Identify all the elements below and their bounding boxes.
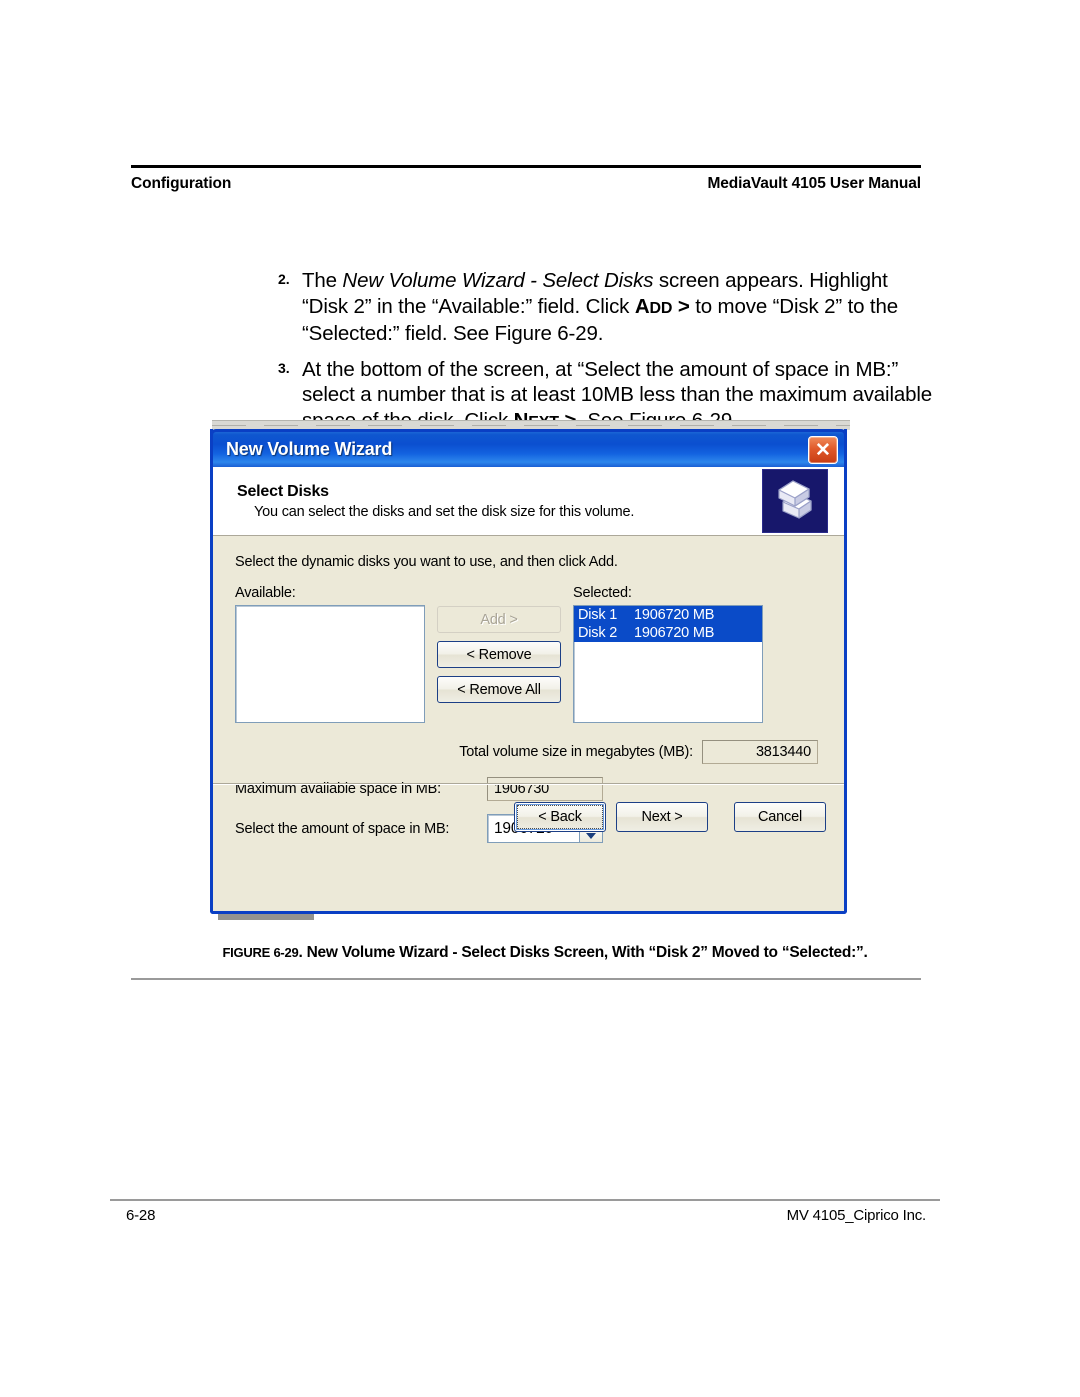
figure-screenshot: New Volume Wizard ✕ Select Disks You can… <box>196 420 850 920</box>
figure-label: FIGURE <box>222 945 271 960</box>
disk-stack-icon <box>762 469 828 533</box>
disk-size: 1906720 MB <box>634 625 715 641</box>
instruction-text: Select the dynamic disks you want to use… <box>235 554 618 570</box>
total-volume-label: Total volume size in megabytes (MB): <box>459 744 693 760</box>
step-text-part: The <box>302 269 343 292</box>
dialog-titlebar: New Volume Wizard ✕ <box>210 429 847 467</box>
total-volume-value: 3813440 <box>702 740 818 764</box>
selected-listbox[interactable]: Disk 1 1906720 MB Disk 2 1906720 MB <box>573 605 763 723</box>
page-footer: 6-28 MV 4105_Ciprico Inc. <box>126 1207 926 1224</box>
caption-rule <box>131 978 921 980</box>
next-button[interactable]: Next > <box>616 801 708 832</box>
wizard-body: Select the dynamic disks you want to use… <box>213 536 844 849</box>
figure-caption: FIGURE 6-29. New Volume Wizard - Select … <box>160 944 930 962</box>
step-item: 2. The New Volume Wizard - Select Disks … <box>278 268 938 347</box>
page-number: 6-28 <box>126 1207 156 1224</box>
back-button-wrap: < Back <box>514 801 606 832</box>
add-button[interactable]: Add > <box>437 606 561 633</box>
wizard-header: Select Disks You can select the disks an… <box>213 467 844 536</box>
page-header: Configuration MediaVault 4105 User Manua… <box>131 165 921 193</box>
header-rule <box>131 165 921 168</box>
footer-rule <box>110 1199 940 1201</box>
background-taskbar-artifact <box>218 913 314 920</box>
dialog-title: New Volume Wizard <box>226 439 393 459</box>
close-icon[interactable]: ✕ <box>808 436 838 464</box>
remove-button[interactable]: < Remove <box>437 641 561 668</box>
step-number: 3. <box>278 359 290 376</box>
figure-caption-text: . New Volume Wizard - Select Disks Scree… <box>298 944 868 961</box>
figure-number: 6-29 <box>273 945 299 960</box>
step-text-smallcaps: ADD > <box>634 294 690 318</box>
total-volume-row: Total volume size in megabytes (MB): 381… <box>235 740 822 764</box>
cancel-button-wrap: Cancel <box>734 801 826 832</box>
footer-imprint: MV 4105_Ciprico Inc. <box>786 1207 927 1224</box>
step-text: The New Volume Wizard - Select Disks scr… <box>302 268 938 347</box>
available-listbox[interactable] <box>235 605 425 723</box>
step-text-italic: New Volume Wizard - Select Disks <box>342 269 654 292</box>
new-volume-wizard-dialog: New Volume Wizard ✕ Select Disks You can… <box>210 429 847 914</box>
selected-label: Selected: <box>573 585 632 601</box>
dialog-footer: < Back Next > Cancel <box>213 783 844 849</box>
header-manual-title: MediaVault 4105 User Manual <box>707 175 921 192</box>
list-item[interactable]: Disk 1 1906720 MB <box>574 606 762 624</box>
disk-selection-row: Available: Add > < Remove < Remove All S… <box>235 585 822 723</box>
document-page: Configuration MediaVault 4105 User Manua… <box>0 0 1080 1397</box>
disk-name: Disk 2 <box>578 625 618 641</box>
available-column: Available: <box>235 585 425 723</box>
available-label: Available: <box>235 585 296 601</box>
selected-column: Selected: Disk 1 1906720 MB Disk 2 19067… <box>573 585 763 723</box>
list-item[interactable]: Disk 2 1906720 MB <box>574 624 762 642</box>
wizard-heading: Select Disks <box>237 482 329 500</box>
step-number: 2. <box>278 271 290 287</box>
back-button[interactable]: < Back <box>514 801 606 832</box>
wizard-subheading: You can select the disks and set the dis… <box>254 503 635 520</box>
cancel-button[interactable]: Cancel <box>734 801 826 832</box>
instruction-steps: 2. The New Volume Wizard - Select Disks … <box>278 268 938 445</box>
next-button-wrap: Next > <box>616 801 708 832</box>
remove-all-button[interactable]: < Remove All <box>437 676 561 703</box>
disk-size: 1906720 MB <box>634 607 715 623</box>
transfer-buttons: Add > < Remove < Remove All <box>425 585 573 703</box>
disk-name: Disk 1 <box>578 607 618 623</box>
header-section-title: Configuration <box>131 175 232 192</box>
